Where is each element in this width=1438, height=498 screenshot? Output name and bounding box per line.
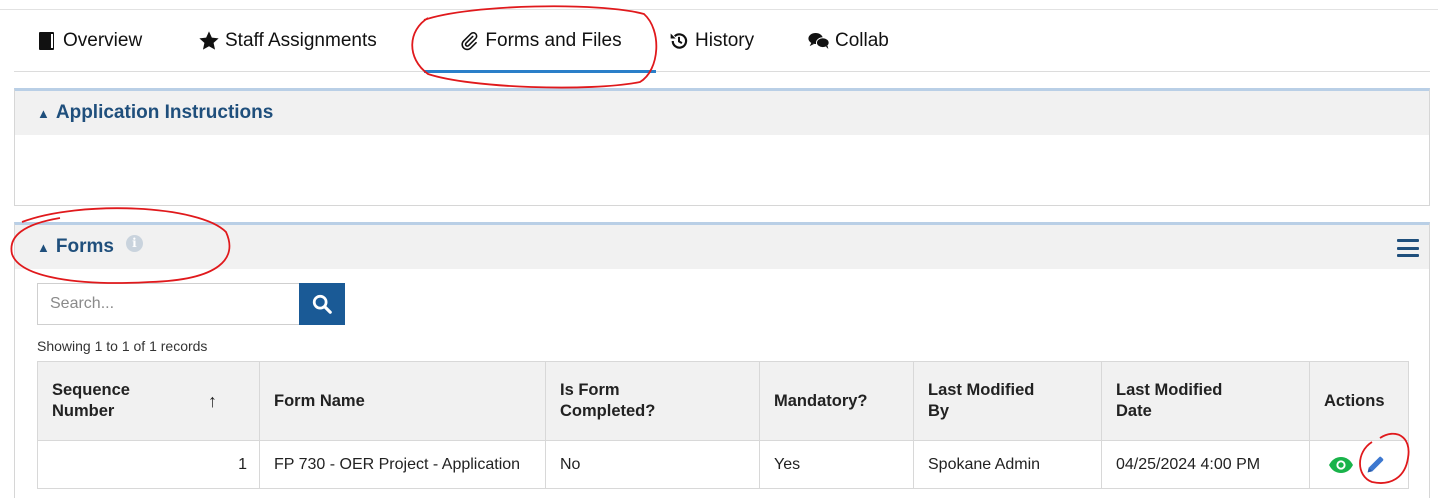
paperclip-icon bbox=[458, 30, 480, 52]
tab-forms-and-files[interactable]: Forms and Files bbox=[424, 10, 656, 73]
column-form-name[interactable]: Form Name bbox=[259, 361, 546, 441]
info-icon[interactable]: i bbox=[125, 234, 143, 252]
cell-mandatory: Yes bbox=[759, 440, 914, 489]
chat-icon bbox=[808, 30, 830, 52]
view-eye-icon[interactable] bbox=[1328, 456, 1354, 474]
tab-collab[interactable]: Collab bbox=[808, 10, 889, 72]
tab-label: Forms and Files bbox=[485, 30, 622, 51]
cell-form-name: FP 730 - OER Project - Application bbox=[259, 440, 546, 489]
search-input[interactable] bbox=[37, 283, 299, 325]
search-icon bbox=[312, 294, 332, 314]
column-mandatory[interactable]: Mandatory? bbox=[759, 361, 914, 441]
forms-panel: ▲ Forms i Showing 1 to 1 of 1 records Se… bbox=[14, 222, 1430, 498]
forms-table: Sequence Number ↑ Form Name Is Form Comp… bbox=[37, 361, 1409, 489]
tab-bar: Overview Staff Assignments Forms and Fil… bbox=[14, 10, 1430, 73]
column-label: Is Form Completed? bbox=[560, 381, 656, 420]
tab-staff-assignments[interactable]: Staff Assignments bbox=[198, 10, 377, 72]
column-last-modified-date[interactable]: Last Modified Date bbox=[1101, 361, 1310, 441]
search-button[interactable] bbox=[299, 283, 345, 325]
column-label: Last Modified By bbox=[928, 381, 1035, 420]
search-bar bbox=[37, 283, 345, 325]
application-instructions-panel: ▲ Application Instructions bbox=[14, 88, 1430, 206]
tab-label: Collab bbox=[835, 30, 889, 51]
cell-modified-by: Spokane Admin bbox=[913, 440, 1102, 489]
forms-header[interactable]: ▲ Forms i bbox=[15, 225, 1429, 269]
column-label: Last Modified Date bbox=[1116, 381, 1223, 420]
tab-label: History bbox=[695, 30, 755, 51]
cell-actions bbox=[1309, 440, 1409, 489]
tab-label: Overview bbox=[63, 30, 143, 51]
panel-title: Forms bbox=[55, 236, 114, 257]
panel-title: Application Instructions bbox=[55, 102, 274, 123]
hamburger-menu-icon[interactable] bbox=[1397, 239, 1419, 257]
column-sequence-number[interactable]: Sequence Number ↑ bbox=[37, 361, 260, 441]
history-icon bbox=[668, 30, 690, 52]
records-count: Showing 1 to 1 of 1 records bbox=[37, 338, 208, 354]
caret-up-icon: ▲ bbox=[37, 239, 50, 255]
table-row: 1 FP 730 - OER Project - Application No … bbox=[37, 440, 1409, 489]
cell-completed: No bbox=[545, 440, 760, 489]
edit-pencil-icon[interactable] bbox=[1364, 454, 1386, 476]
column-actions: Actions bbox=[1309, 361, 1409, 441]
application-instructions-header[interactable]: ▲ Application Instructions bbox=[15, 91, 1429, 135]
star-icon bbox=[198, 30, 220, 52]
table-header-row: Sequence Number ↑ Form Name Is Form Comp… bbox=[37, 361, 1409, 441]
book-icon bbox=[36, 30, 58, 52]
tab-history[interactable]: History bbox=[668, 10, 754, 72]
column-last-modified-by[interactable]: Last Modified By bbox=[913, 361, 1102, 441]
cell-sequence: 1 bbox=[37, 440, 260, 489]
tab-label: Staff Assignments bbox=[225, 30, 377, 51]
tab-overview[interactable]: Overview bbox=[36, 10, 142, 72]
caret-up-icon: ▲ bbox=[37, 105, 50, 121]
cell-modified-date: 04/25/2024 4:00 PM bbox=[1101, 440, 1310, 489]
sort-ascending-icon[interactable]: ↑ bbox=[208, 390, 217, 413]
column-is-form-completed[interactable]: Is Form Completed? bbox=[545, 361, 760, 441]
column-label: Sequence Number bbox=[52, 381, 130, 420]
